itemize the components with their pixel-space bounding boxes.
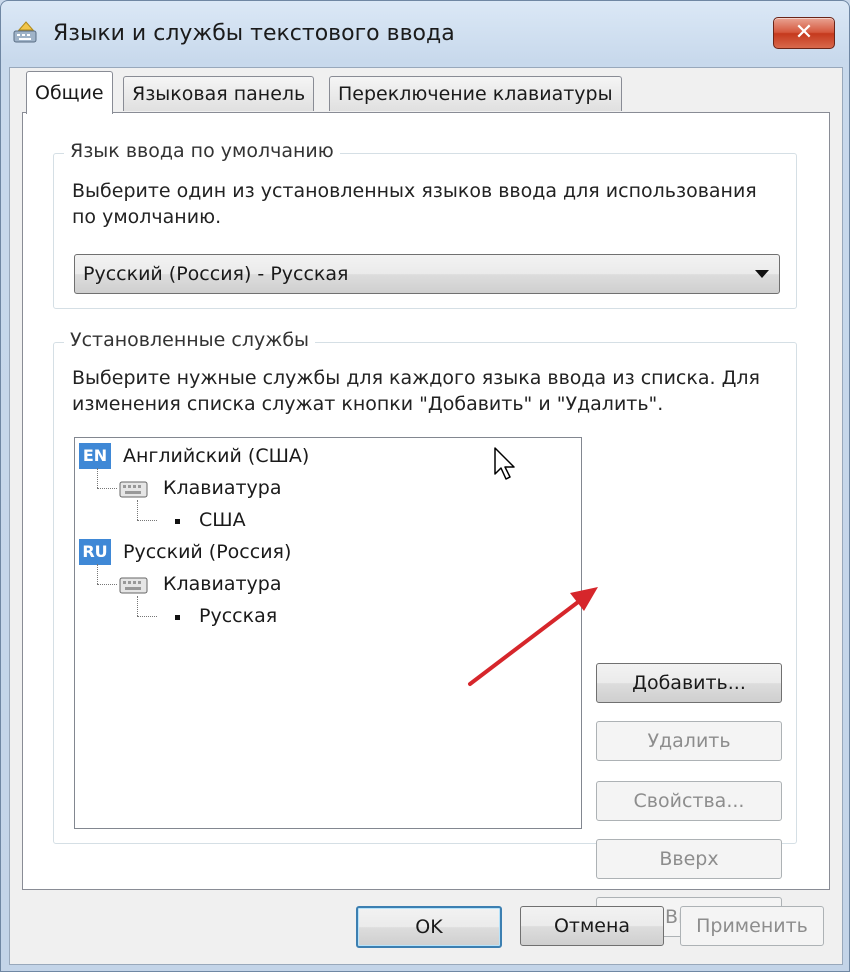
annotation-arrow-icon — [468, 587, 598, 686]
tab-general[interactable]: Общие — [26, 71, 113, 114]
